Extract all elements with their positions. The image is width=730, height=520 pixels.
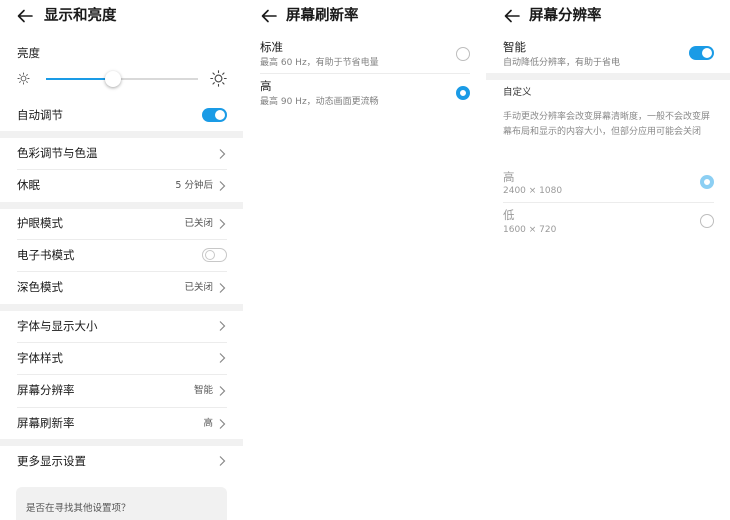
chevron-right-icon [219, 283, 226, 293]
chevron-right-icon [219, 321, 226, 331]
smart-resolution-toggle[interactable] [689, 46, 714, 60]
refresh-rate-panel: 屏幕刷新率 标准 最高 60 Hz，有助于节省电量 高 最高 90 Hz，动态画… [243, 0, 486, 520]
brightness-slider[interactable] [46, 71, 198, 87]
item-label: 深色模式 [17, 280, 63, 294]
resolution-panel: 屏幕分辨率 智能 自动降低分辨率，有助于省电 自定义 手动更改分辨率会改变屏幕清… [486, 0, 730, 520]
radio-standard[interactable] [456, 47, 470, 61]
search-suggestion-card[interactable]: 是否在寻找其他设置项？ [16, 487, 227, 520]
back-arrow-icon[interactable] [503, 7, 521, 25]
item-label: 护眼模式 [17, 216, 63, 230]
settings-item-more-display[interactable]: 更多显示设置 [0, 446, 243, 478]
smart-label: 智能 [503, 40, 526, 54]
item-value: 已关闭 [184, 218, 213, 229]
brightness-slider-fill [46, 78, 113, 80]
settings-item-font-style[interactable]: 字体样式 [0, 343, 243, 374]
item-label: 色彩调节与色温 [17, 146, 98, 160]
section-divider [0, 304, 243, 311]
settings-item-dark-mode[interactable]: 深色模式 已关闭 [0, 272, 243, 304]
chevron-right-icon [219, 219, 226, 229]
resolution-option-low[interactable]: 低 1600 × 720 [486, 203, 730, 239]
item-label: 屏幕刷新率 [17, 416, 75, 430]
option-label: 高 [260, 79, 272, 93]
option-label: 标准 [260, 40, 283, 54]
item-label: 休眠 [17, 178, 40, 192]
page-title: 屏幕刷新率 [286, 8, 359, 24]
custom-description: 手动更改分辨率会改变屏幕清晰度，一般不会改变屏幕布局和显示的内容大小，但部分应用… [503, 112, 711, 137]
refresh-option-standard[interactable]: 标准 最高 60 Hz，有助于节省电量 [243, 36, 486, 73]
back-arrow-icon[interactable] [260, 7, 278, 25]
settings-item-sleep[interactable]: 休眠 5 分钟后 [0, 170, 243, 202]
custom-header: 自定义 [503, 87, 532, 98]
chevron-right-icon [219, 456, 226, 466]
header: 屏幕分辨率 [486, 0, 730, 32]
item-value: 高 [203, 418, 213, 429]
settings-item-font-size[interactable]: 字体与显示大小 [0, 311, 243, 342]
item-value: 已关闭 [184, 282, 213, 293]
auto-adjust-toggle[interactable] [202, 108, 227, 122]
settings-item-resolution[interactable]: 屏幕分辨率 智能 [0, 375, 243, 407]
header: 显示和亮度 [0, 0, 243, 32]
page-title: 屏幕分辨率 [529, 8, 602, 24]
auto-adjust-label: 自动调节 [17, 108, 63, 122]
option-desc: 最高 90 Hz，动态画面更流畅 [260, 97, 379, 107]
section-divider [0, 439, 243, 446]
radio-high[interactable] [456, 86, 470, 100]
back-arrow-icon[interactable] [16, 7, 34, 25]
option-desc: 最高 60 Hz，有助于节省电量 [260, 58, 379, 68]
search-suggestion-text: 是否在寻找其他设置项？ [26, 503, 131, 514]
chevron-right-icon [219, 419, 226, 429]
ebook-mode-toggle[interactable] [202, 248, 227, 262]
chevron-right-icon [219, 353, 226, 363]
header: 屏幕刷新率 [243, 0, 486, 32]
display-brightness-panel: 显示和亮度 亮度 自动调节 色彩调节与色温 休眠 5 分钟后 护眼模式 已关闭 … [0, 0, 243, 520]
item-label: 电子书模式 [17, 248, 75, 262]
resolution-option-high[interactable]: 高 2400 × 1080 [486, 166, 730, 202]
chevron-right-icon [219, 181, 226, 191]
item-label: 屏幕分辨率 [17, 383, 75, 397]
chevron-right-icon [219, 386, 226, 396]
settings-item-refresh-rate[interactable]: 屏幕刷新率 高 [0, 408, 243, 439]
section-divider [0, 202, 243, 209]
item-label: 更多显示设置 [17, 454, 86, 468]
section-divider [0, 131, 243, 138]
sun-small-icon [17, 72, 30, 85]
page-title: 显示和亮度 [44, 8, 117, 24]
item-value: 智能 [193, 385, 213, 396]
settings-item-eye-comfort[interactable]: 护眼模式 已关闭 [0, 209, 243, 240]
chevron-right-icon [219, 149, 226, 159]
settings-item-ebook[interactable]: 电子书模式 [0, 240, 243, 271]
toggle-knob [215, 110, 225, 120]
smart-resolution-row[interactable]: 智能 自动降低分辨率，有助于省电 [486, 36, 730, 72]
section-divider [486, 73, 730, 80]
radio-resolution-low[interactable] [700, 214, 714, 228]
item-label: 字体样式 [17, 351, 63, 365]
brightness-slider-thumb[interactable] [105, 71, 121, 87]
item-label: 字体与显示大小 [17, 319, 98, 333]
option-label: 高 [503, 170, 515, 184]
brightness-label: 亮度 [17, 46, 40, 60]
option-value: 1600 × 720 [503, 225, 557, 235]
settings-item-color[interactable]: 色彩调节与色温 [0, 138, 243, 170]
toggle-knob [205, 250, 215, 260]
option-label: 低 [503, 208, 515, 222]
radio-resolution-high[interactable] [700, 175, 714, 189]
sun-large-icon [210, 70, 227, 87]
toggle-knob [702, 48, 712, 58]
item-value: 5 分钟后 [175, 180, 213, 191]
option-value: 2400 × 1080 [503, 186, 563, 196]
smart-desc: 自动降低分辨率，有助于省电 [503, 58, 621, 68]
refresh-option-high[interactable]: 高 最高 90 Hz，动态画面更流畅 [243, 74, 486, 112]
